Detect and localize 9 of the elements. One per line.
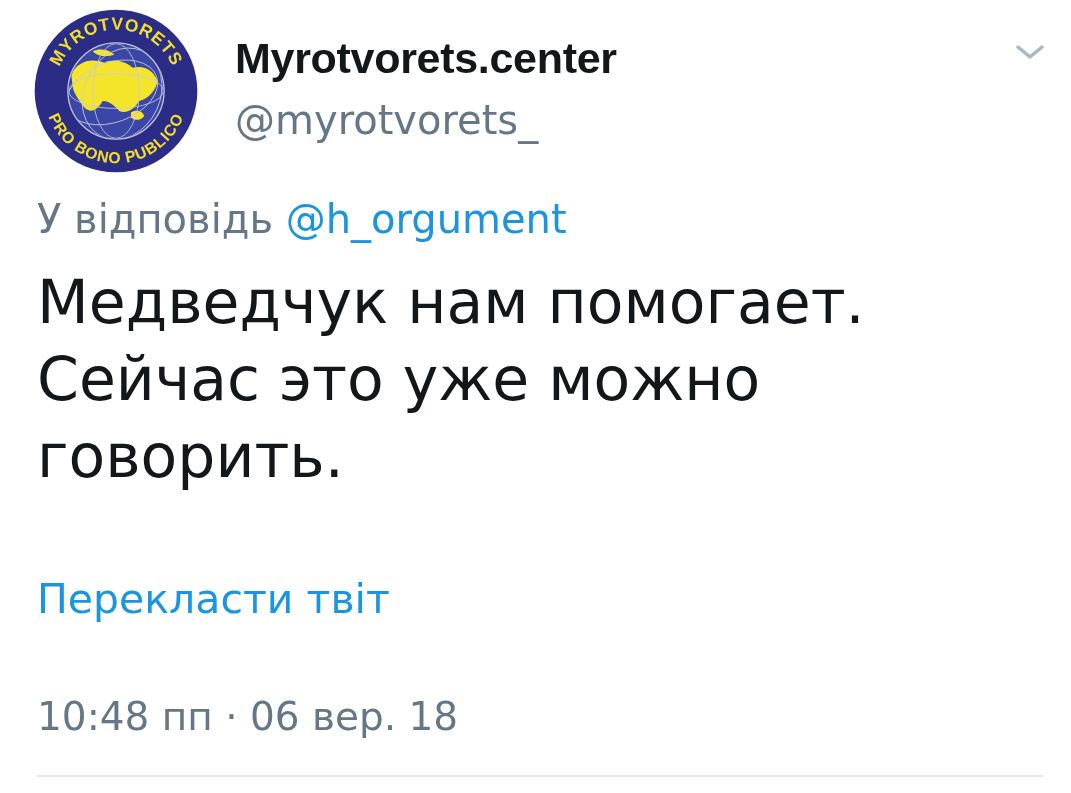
- reply-context: У відповідь @h_orgument: [37, 196, 567, 242]
- user-handle: @myrotvorets_: [235, 96, 539, 145]
- display-name: Myrotvorets.center: [235, 33, 617, 83]
- translate-link[interactable]: Перекласти твіт: [37, 575, 390, 623]
- tweet-text: Медведчук нам помогает. Сейчас это уже можно говорить.: [37, 266, 866, 493]
- more-button[interactable]: [1015, 44, 1045, 60]
- mention-link[interactable]: @h_orgument: [285, 196, 567, 242]
- timestamp: 10:48 пп · 06 вер. 18: [37, 694, 459, 740]
- chevron-icon: [1015, 44, 1045, 60]
